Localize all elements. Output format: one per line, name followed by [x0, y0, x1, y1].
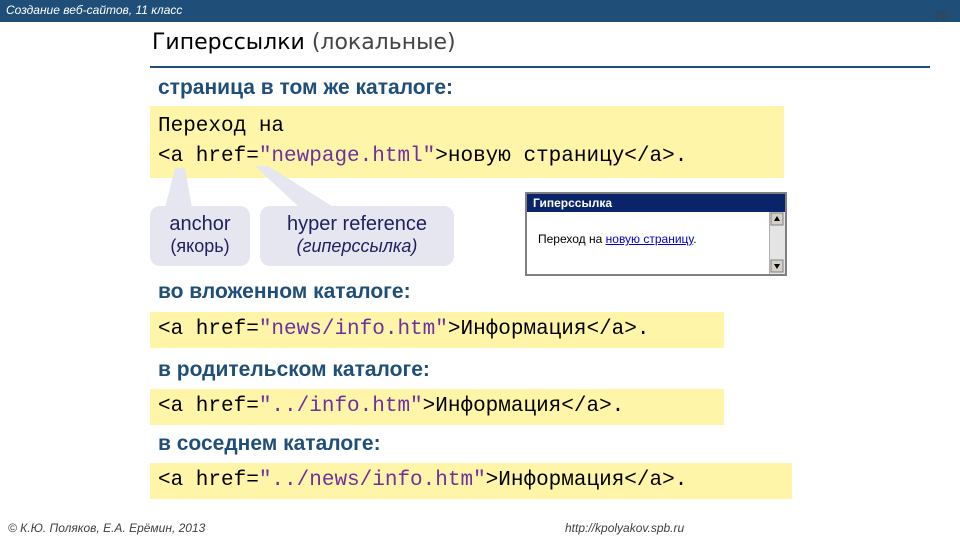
anchor-translation: (якорь) [170, 236, 230, 256]
title-divider [150, 66, 930, 68]
anchor-callout: anchor (якорь) [150, 206, 250, 266]
browser-link[interactable]: новую страницу [606, 232, 694, 246]
browser-text-end: . [693, 232, 697, 246]
browser-preview: Гиперссылка Переход на новую страницу. [525, 192, 787, 276]
section4-code: <a href="../news/info.htm">Информация</a… [150, 463, 792, 499]
browser-content: Переход на новую страницу. [538, 232, 697, 246]
section2-code: <a href="news/info.htm">Информация</a>. [150, 312, 724, 348]
anchor-pointer [165, 168, 192, 208]
course-title: Создание веб-сайтов, 11 класс [6, 3, 183, 17]
section2-code-tag-open: <a href= [158, 318, 259, 341]
slide-title: Гиперссылки (локальные) [152, 30, 456, 55]
href-callout: hyper reference (гиперссылка) [260, 206, 454, 266]
scroll-arrows-icon [770, 212, 784, 273]
href-pointer [255, 166, 335, 208]
section2-code-url: "news/info.htm" [258, 318, 448, 341]
browser-text: Переход на [538, 232, 606, 246]
footer-author: © К.Ю. Поляков, Е.А. Ерёмин, 2013 [8, 521, 206, 535]
title-main: Гиперссылки [152, 30, 305, 55]
href-label: hyper reference [286, 213, 428, 235]
browser-scrollbar[interactable] [769, 212, 785, 274]
section2-code-tag-close: >Информация</a>. [447, 318, 650, 341]
section4-code-tag-open: <a href= [158, 469, 259, 492]
section3-code-tag-close: >Информация</a>. [422, 395, 625, 418]
header-bar: Создание веб-сайтов, 11 класс [0, 0, 960, 22]
anchor-label: anchor [169, 213, 231, 235]
href-translation: (гиперссылка) [296, 236, 418, 256]
section1-code-line1: Переход на [158, 115, 285, 138]
section3-code: <a href="../info.htm">Информация</a>. [150, 389, 724, 425]
section1-code-tag-close: >новую страницу</a>. [435, 145, 688, 168]
section1-heading: страница в том же каталоге: [158, 76, 454, 99]
browser-title-bar: Гиперссылка [527, 194, 785, 212]
section3-code-url: "../info.htm" [258, 395, 423, 418]
footer-url[interactable]: http://kpolyakov.spb.ru [565, 521, 684, 535]
section3-heading: в родительском каталоге: [158, 358, 430, 381]
section4-code-url: "../news/info.htm" [258, 469, 486, 492]
section4-heading: в соседнем каталоге: [158, 432, 381, 455]
title-sub: (локальные) [311, 30, 456, 55]
section4-code-tag-close: >Информация</a>. [485, 469, 688, 492]
page-number: 20 [934, 9, 948, 23]
section2-heading: во вложенном каталоге: [158, 280, 411, 303]
section3-code-tag-open: <a href= [158, 395, 259, 418]
